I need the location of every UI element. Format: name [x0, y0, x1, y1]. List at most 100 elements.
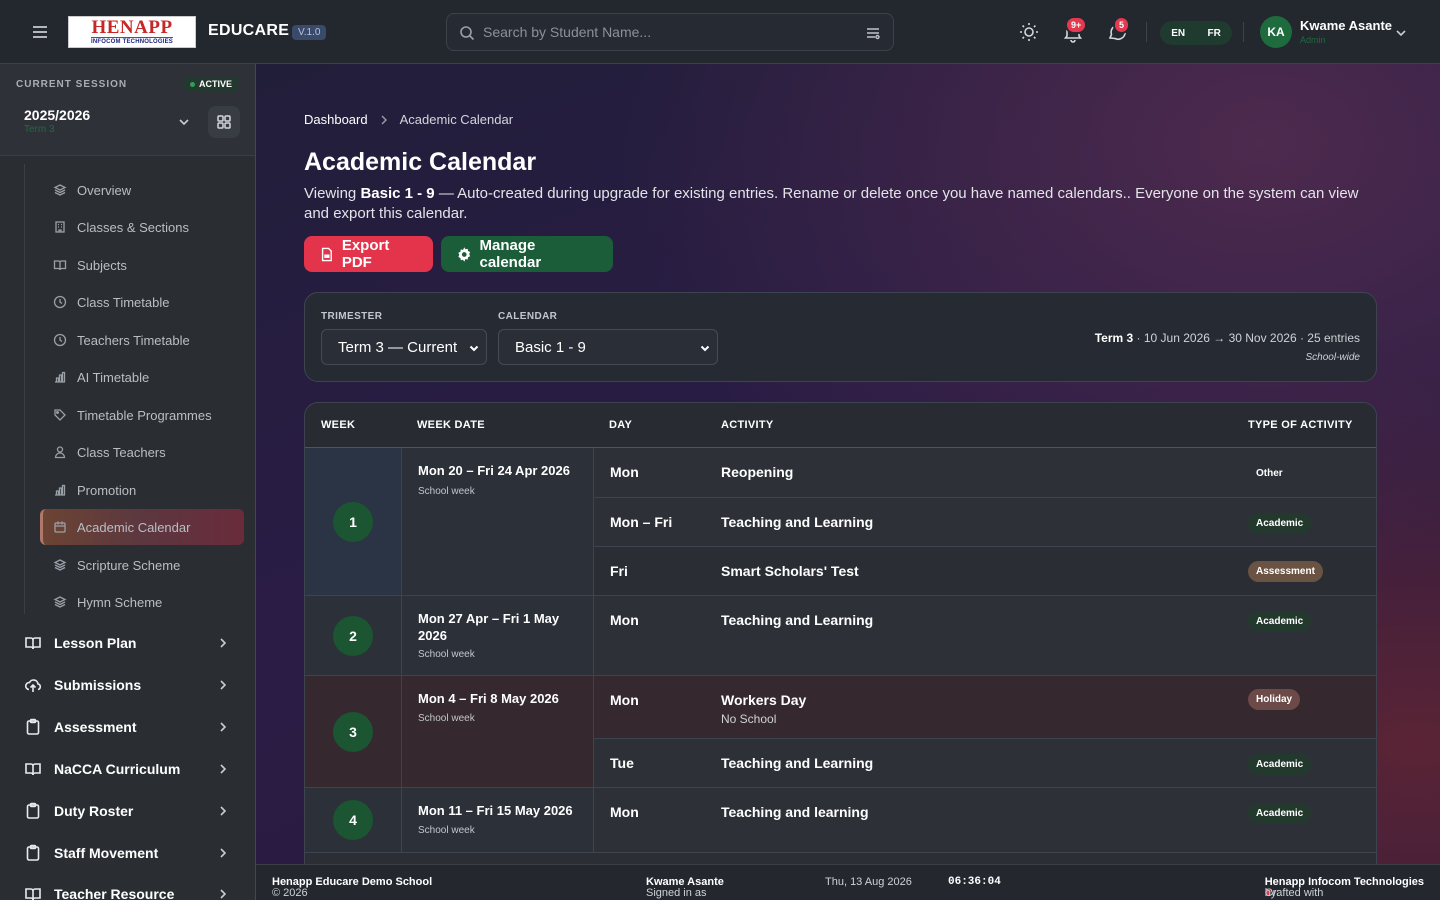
sidebar-group-assessment[interactable]: Assessment	[24, 709, 244, 745]
version-badge: V.1.0	[292, 25, 327, 40]
table-row[interactable]: Mon – Fri Teaching and Learning Academic	[594, 498, 1376, 547]
chevron-down-icon[interactable]	[1394, 26, 1408, 40]
upload-cloud-icon	[24, 676, 42, 694]
gear-icon	[458, 246, 471, 262]
sidebar-group-lesson-plan[interactable]: Lesson Plan	[24, 625, 244, 661]
type-badge: Academic	[1248, 513, 1312, 534]
breadcrumb-current: Academic Calendar	[399, 112, 514, 127]
lang-en-button[interactable]: EN	[1171, 28, 1185, 39]
clock-icon	[53, 295, 67, 309]
filter-icon[interactable]	[865, 25, 881, 41]
table-row[interactable]: Tue Teaching and Learning Academic	[594, 739, 1376, 788]
session-status-badge: ACTIVE	[184, 77, 239, 91]
sidebar-item-promotion[interactable]: Promotion	[40, 472, 244, 508]
sidebar-item-academic-calendar[interactable]: Academic Calendar	[40, 509, 244, 545]
book-icon	[53, 258, 67, 272]
type-badge: Other	[1256, 468, 1283, 479]
trimester-select[interactable]: Term 3 — Current	[321, 329, 487, 365]
footer-copyright: © 2026 Henapp Educare Demo School	[272, 876, 433, 899]
search-input[interactable]	[483, 22, 843, 42]
header-week-date: WEEK DATE	[417, 419, 485, 431]
chevron-right-icon	[216, 846, 230, 860]
chevron-down-icon	[468, 342, 480, 354]
type-badge: Holiday	[1248, 689, 1301, 710]
sidebar-item-timetable-programmes[interactable]: Timetable Programmes	[40, 397, 244, 433]
language-switcher: EN FR	[1160, 21, 1232, 45]
sidebar-item-subjects[interactable]: Subjects	[40, 247, 244, 283]
chevron-down-icon	[699, 342, 711, 354]
sidebar-item-hymn-scheme[interactable]: Hymn Scheme	[40, 584, 244, 620]
chevron-right-icon	[216, 720, 230, 734]
messages-badge: 5	[1113, 16, 1131, 34]
clipboard-icon	[24, 718, 42, 736]
term-summary: Term 3 · 10 Jun 2026 → 30 Nov 2026 · 25 …	[1094, 331, 1360, 345]
chevron-right-icon	[216, 887, 230, 900]
main-content: Dashboard Academic Calendar Academic Cal…	[256, 64, 1440, 864]
session-year[interactable]: 2025/2026	[24, 107, 90, 123]
chevron-right-icon	[216, 804, 230, 818]
layers-icon	[53, 183, 67, 197]
table-row[interactable]: Mon Teaching and learning Academic	[594, 788, 1376, 853]
tag-icon	[53, 408, 67, 422]
week-date-cell: Mon 20 – Fri 24 Apr 2026 School week	[402, 448, 594, 596]
filter-card: TRIMESTER Term 3 — Current CALENDAR Basi…	[304, 292, 1377, 382]
sidebar-item-ai-timetable[interactable]: AI Timetable	[40, 359, 244, 395]
week-number: 1	[333, 502, 373, 542]
sidebar-group-staff-movement[interactable]: Staff Movement	[24, 835, 244, 871]
table-row[interactable]: Mon Reopening Other	[594, 448, 1376, 498]
calendar-select[interactable]: Basic 1 - 9	[498, 329, 718, 365]
calendar-table: WEEK WEEK DATE DAY ACTIVITY TYPE OF ACTI…	[304, 402, 1377, 864]
week-number: 3	[333, 712, 373, 752]
theme-toggle-sun-icon[interactable]	[1017, 20, 1041, 44]
session-label: CURRENT SESSION	[16, 79, 128, 90]
company-logo[interactable]: HENAPP INFOCOM TECHNOLOGIES	[68, 16, 196, 48]
user-avatar[interactable]: KA	[1260, 16, 1292, 48]
pdf-file-icon	[321, 247, 332, 261]
table-row[interactable]: Mon Workers Day No School Holiday	[594, 676, 1376, 739]
session-panel: CURRENT SESSION ACTIVE 2025/2026 Term 3	[0, 64, 255, 156]
header-activity: ACTIVITY	[721, 419, 774, 431]
user-icon	[53, 445, 67, 459]
chevron-right-icon	[378, 114, 390, 126]
app-brand: EDUCARE	[208, 22, 290, 39]
breadcrumb-dashboard-link[interactable]: Dashboard	[304, 112, 368, 127]
week-cell: 4	[305, 788, 402, 853]
divider	[1243, 22, 1244, 42]
table-row[interactable]: Fri Smart Scholars' Test Assessment	[594, 547, 1376, 596]
week-cell: 3	[305, 676, 402, 788]
user-name[interactable]: Kwame Asante	[1300, 18, 1392, 33]
sidebar-item-class-teachers[interactable]: Class Teachers	[40, 434, 244, 470]
hamburger-menu-icon[interactable]	[28, 20, 52, 44]
sidebar-item-teachers-timetable[interactable]: Teachers Timetable	[40, 322, 244, 358]
sidebar-item-overview[interactable]: Overview	[40, 172, 244, 208]
week-number: 4	[333, 800, 373, 840]
sidebar-group-nacca-curriculum[interactable]: NaCCA Curriculum	[24, 751, 244, 787]
sidebar-item-classes-sections[interactable]: Classes & Sections	[40, 209, 244, 245]
book-open-icon	[24, 885, 42, 900]
sidebar-group-submissions[interactable]: Submissions	[24, 667, 244, 703]
export-pdf-button[interactable]: Export PDF	[304, 236, 433, 272]
bar-chart-icon	[53, 483, 67, 497]
table-header: WEEK WEEK DATE DAY ACTIVITY TYPE OF ACTI…	[305, 403, 1376, 448]
book-open-icon	[24, 634, 42, 652]
apps-grid-button[interactable]	[208, 106, 240, 138]
notifications-badge: 9+	[1065, 16, 1088, 34]
type-badge: Academic	[1248, 803, 1312, 824]
manage-calendar-button[interactable]: Manage calendar	[441, 236, 613, 272]
sidebar: CURRENT SESSION ACTIVE 2025/2026 Term 3 …	[0, 64, 256, 900]
week-date-cell: Mon 4 – Fri 8 May 2026 School week	[402, 676, 594, 788]
sidebar-group-teacher-resource[interactable]: Teacher Resource	[24, 876, 244, 900]
sidebar-item-scripture-scheme[interactable]: Scripture Scheme	[40, 547, 244, 583]
page-title: Academic Calendar	[304, 148, 537, 176]
breadcrumb: Dashboard Academic Calendar	[304, 112, 513, 127]
search-icon	[459, 25, 475, 41]
sidebar-item-class-timetable[interactable]: Class Timetable	[40, 284, 244, 320]
table-row[interactable]: Mon Teaching and Learning Academic	[594, 596, 1376, 676]
sidebar-group-duty-roster[interactable]: Duty Roster	[24, 793, 244, 829]
layers-icon	[53, 595, 67, 609]
chevron-down-icon[interactable]	[177, 115, 191, 129]
week-number: 2	[333, 616, 373, 656]
header-day: DAY	[609, 419, 633, 431]
week-date-cell: Mon 27 Apr – Fri 1 May 2026 School week	[402, 596, 594, 676]
lang-fr-button[interactable]: FR	[1207, 28, 1220, 39]
